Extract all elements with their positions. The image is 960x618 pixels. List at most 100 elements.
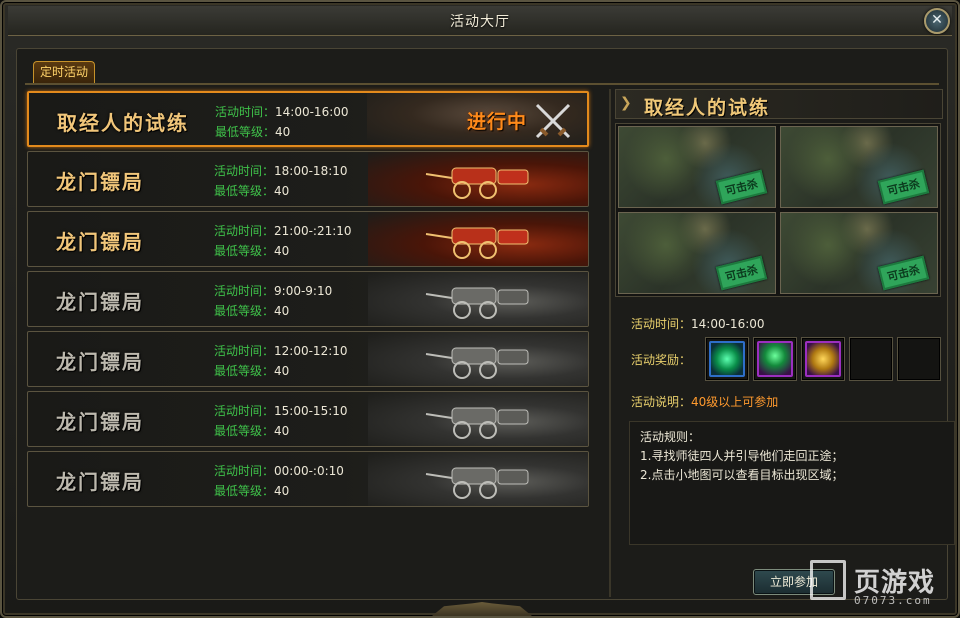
activity-info: 活动时间：15:00-15:10 最低等级：40 (214, 401, 348, 441)
escort-cart-icon (425, 347, 529, 379)
activity-name: 龙门镖局 (56, 230, 144, 254)
activity-row[interactable]: 龙门镖局 活动时间：18:00-18:10 最低等级：40 (27, 151, 589, 207)
killable-stamp: 可击杀 (715, 255, 768, 291)
activity-name: 龙门镖局 (56, 410, 144, 434)
level-value: 40 (274, 184, 290, 198)
activity-name: 龙门镖局 (56, 350, 144, 374)
activity-detail-panel: ❯ 取经人的试练 可击杀 可击杀 可击杀 可击杀 活动时间：14:00-16:0… (615, 89, 955, 597)
watermark-url: 07073.com (854, 594, 932, 607)
content-area: 定时活动 取经人的试练 活动时间：14:00-16:00 最低等级：40 进行中 (16, 48, 955, 600)
window-title: 活动大厅 (450, 13, 510, 30)
minimap-tile[interactable]: 可击杀 (780, 212, 938, 294)
watermark-logo-icon (810, 560, 846, 600)
gold-medallion-icon (805, 341, 841, 377)
time-label: 活动时间： (214, 224, 275, 238)
minimap-tile[interactable]: 可击杀 (618, 212, 776, 294)
rule-line: 1.寻找师徒四人并引导他们走回正途； (640, 449, 844, 463)
killable-stamp: 可击杀 (715, 169, 768, 205)
escort-cart-icon (425, 467, 529, 499)
activity-name: 龙门镖局 (56, 290, 144, 314)
time-value: 15:00-15:10 (274, 404, 348, 418)
status-in-progress: 进行中 (466, 111, 527, 133)
activity-row[interactable]: 龙门镖局 活动时间：15:00-15:10 最低等级：40 (27, 391, 589, 447)
activity-info: 活动时间：18:00-18:10 最低等级：40 (214, 161, 348, 201)
time-value: 00:00-:0:10 (274, 464, 344, 478)
level-value: 40 (274, 424, 290, 438)
time-label: 活动时间： (214, 164, 275, 178)
activity-hall-window: 活动大厅 ✕ 定时活动 取经人的试练 活动时间：14:00-16:00 最低等级… (0, 0, 960, 618)
time-value: 12:00-12:10 (274, 344, 348, 358)
level-label: 最低等级： (214, 424, 275, 438)
activity-row[interactable]: 取经人的试练 活动时间：14:00-16:00 最低等级：40 进行中 (27, 91, 589, 147)
activity-row[interactable]: 龙门镖局 活动时间：21:00-:21:10 最低等级：40 (27, 211, 589, 267)
rules-box: 活动规则： 1.寻找师徒四人并引导他们走回正途； 2.点击小地图可以查看目标出现… (629, 421, 955, 545)
level-label: 最低等级： (214, 484, 275, 498)
activity-row[interactable]: 龙门镖局 活动时间：12:00-12:10 最低等级：40 (27, 331, 589, 387)
level-label: 最低等级： (214, 244, 275, 258)
detail-header: ❯ 取经人的试练 (615, 89, 943, 119)
level-label: 最低等级： (214, 184, 275, 198)
level-value: 40 (274, 364, 290, 378)
activity-name: 龙门镖局 (56, 170, 144, 194)
activity-list: 取经人的试练 活动时间：14:00-16:00 最低等级：40 进行中 龙门镖局… (25, 89, 593, 597)
minimap-grid: 可击杀 可击杀 可击杀 可击杀 (615, 123, 941, 297)
reward-slot[interactable] (705, 337, 749, 381)
time-label: 活动时间： (214, 404, 275, 418)
time-value: 18:00-18:10 (274, 164, 348, 178)
reward-slots (705, 337, 941, 381)
escort-cart-icon (425, 287, 529, 319)
bottom-ornament (432, 602, 532, 616)
reward-slot-empty (897, 337, 941, 381)
reward-slot[interactable] (801, 337, 845, 381)
activity-name: 取经人的试练 (57, 111, 189, 135)
escort-cart-icon (425, 167, 529, 199)
activity-row[interactable]: 龙门镖局 活动时间：9:00-9:10 最低等级：40 (27, 271, 589, 327)
detail-reward-row: 活动奖励： (631, 351, 691, 368)
level-value: 40 (274, 304, 290, 318)
level-value: 40 (275, 125, 291, 139)
level-value: 40 (274, 244, 290, 258)
activity-info: 活动时间：21:00-:21:10 最低等级：40 (214, 221, 352, 261)
minimap-tile[interactable]: 可击杀 (780, 126, 938, 208)
detail-reward-label: 活动奖励： (631, 353, 692, 367)
time-value: 21:00-:21:10 (274, 224, 352, 238)
activity-info: 活动时间：14:00-16:00 最低等级：40 (215, 102, 349, 142)
time-label: 活动时间： (214, 344, 275, 358)
level-value: 40 (274, 484, 290, 498)
time-label: 活动时间： (214, 464, 275, 478)
killable-stamp: 可击杀 (877, 169, 930, 205)
jade-orb-icon (757, 341, 793, 377)
time-value: 9:00-9:10 (274, 284, 333, 298)
level-label: 最低等级： (215, 125, 276, 139)
detail-title: 取经人的试练 (644, 97, 771, 119)
detail-desc-value: 40级以上可参加 (691, 395, 779, 409)
green-orb-icon (709, 341, 745, 377)
activity-info: 活动时间：12:00-12:10 最低等级：40 (214, 341, 348, 381)
reward-slot[interactable] (753, 337, 797, 381)
rules-label: 活动规则： (640, 430, 701, 444)
level-label: 最低等级： (214, 364, 275, 378)
detail-time-row: 活动时间：14:00-16:00 (631, 315, 765, 332)
reward-slot-empty (849, 337, 893, 381)
rule-line: 2.点击小地图可以查看目标出现区域； (640, 468, 844, 482)
close-icon[interactable]: ✕ (924, 8, 950, 34)
minimap-tile[interactable]: 可击杀 (618, 126, 776, 208)
killable-stamp: 可击杀 (877, 255, 930, 291)
detail-time-label: 活动时间： (631, 317, 692, 331)
tab-divider (25, 83, 939, 85)
activity-info: 活动时间：9:00-9:10 最低等级：40 (214, 281, 332, 321)
detail-desc-row: 活动说明：40级以上可参加 (631, 393, 778, 410)
tab-strip: 定时活动 (33, 61, 96, 83)
time-label: 活动时间： (215, 105, 276, 119)
title-bar[interactable]: 活动大厅 ✕ (8, 6, 952, 36)
time-value: 14:00-16:00 (275, 105, 349, 119)
activity-info: 活动时间：00:00-:0:10 最低等级：40 (214, 461, 344, 501)
escort-cart-icon (425, 407, 529, 439)
chevron-right-icon: ❯ (620, 95, 632, 111)
crossed-swords-icon (535, 103, 571, 139)
level-label: 最低等级： (214, 304, 275, 318)
tab-timed-activities[interactable]: 定时活动 (33, 61, 96, 83)
panel-divider (609, 89, 611, 597)
escort-cart-icon (425, 227, 529, 259)
activity-row[interactable]: 龙门镖局 活动时间：00:00-:0:10 最低等级：40 (27, 451, 589, 507)
